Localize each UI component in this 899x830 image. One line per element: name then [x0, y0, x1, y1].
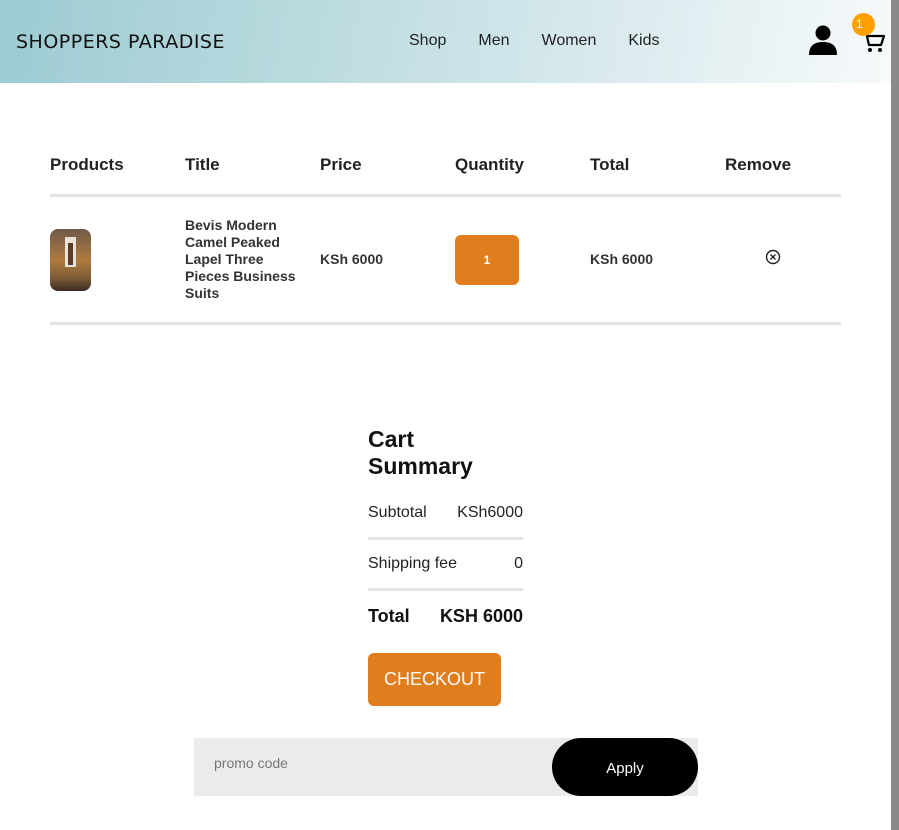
header-total: Total — [590, 155, 630, 174]
cart-count-badge: 1 — [852, 13, 875, 36]
user-icon[interactable] — [808, 24, 838, 56]
subtotal-value: KSh6000 — [457, 504, 523, 521]
header-price: Price — [320, 155, 362, 174]
shipping-label: Shipping fee — [368, 555, 457, 572]
table-row: Bevis Modern Camel Peaked Lapel Three Pi… — [50, 197, 841, 325]
nav-kids[interactable]: Kids — [628, 32, 659, 50]
header-products: Products — [50, 155, 124, 174]
total-value: KSH 6000 — [439, 606, 523, 626]
total-label: Total — [368, 606, 410, 626]
shipping-row: Shipping fee 0 — [368, 555, 523, 591]
remove-icon[interactable] — [765, 249, 781, 265]
product-title: Bevis Modern Camel Peaked Lapel Three Pi… — [185, 217, 296, 301]
brand-logo[interactable]: SHOPPERS PARADISE — [16, 31, 225, 53]
checkout-button[interactable]: CHECKOUT — [368, 653, 501, 706]
summary-title: Cart Summary — [368, 426, 473, 479]
nav-women[interactable]: Women — [542, 32, 597, 50]
table-header: Products Title Price Quantity Total Remo… — [50, 143, 841, 197]
promo-form: Apply — [194, 738, 698, 796]
product-price: KSh 6000 — [320, 250, 384, 267]
product-image — [50, 228, 91, 291]
promo-code-input[interactable] — [194, 738, 554, 796]
cart-summary: Cart Summary Subtotal KSh6000 Shipping f… — [368, 426, 523, 627]
shipping-value: 0 — [514, 555, 523, 572]
scrollbar[interactable] — [891, 0, 899, 830]
cart-table: Products Title Price Quantity Total Remo… — [50, 143, 841, 325]
header-remove: Remove — [725, 155, 792, 174]
nav-shop[interactable]: Shop — [409, 32, 446, 50]
apply-button[interactable]: Apply — [552, 738, 698, 796]
quantity-input[interactable]: 1 — [455, 234, 519, 285]
header-quantity: Quantity — [455, 155, 524, 174]
total-row: Total KSH 6000 — [368, 606, 523, 627]
site-header: SHOPPERS PARADISE Shop Men Women Kids 1 — [0, 0, 891, 83]
subtotal-row: Subtotal KSh6000 — [368, 504, 523, 540]
nav-men[interactable]: Men — [478, 32, 509, 50]
main-nav: Shop Men Women Kids — [409, 32, 691, 50]
subtotal-label: Subtotal — [368, 504, 427, 521]
scrollbar-thumb[interactable] — [891, 0, 899, 830]
header-title: Title — [185, 155, 220, 174]
product-total: KSh 6000 — [590, 250, 654, 267]
